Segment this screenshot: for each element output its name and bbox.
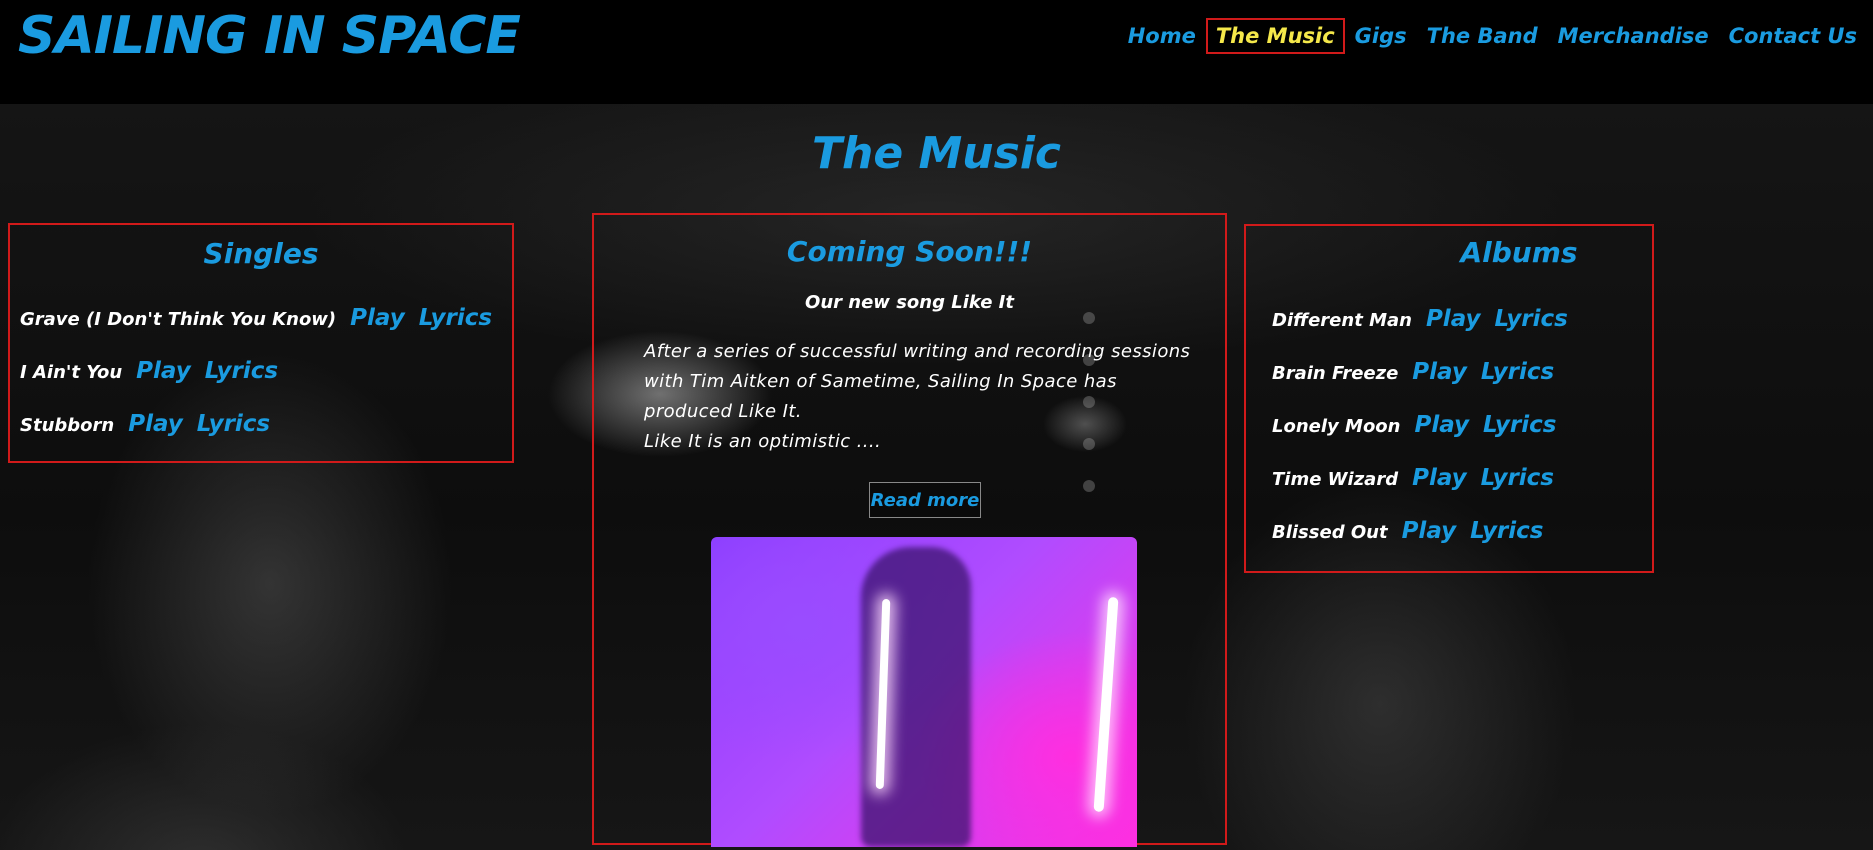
- play-link[interactable]: Play: [128, 411, 183, 437]
- single-row: Grave (I Don't Think You Know) Play Lyri…: [20, 305, 492, 331]
- coming-soon-subheading: Our new song Like It: [805, 292, 1014, 313]
- lyrics-link[interactable]: Lyrics: [205, 358, 278, 384]
- coming-soon-body: After a series of successful writing and…: [644, 337, 1215, 457]
- album-row: Different Man Play Lyrics: [1272, 306, 1568, 332]
- album-title: Different Man: [1272, 310, 1412, 331]
- main-nav: Home The Music Gigs The Band Merchandise…: [1118, 18, 1867, 54]
- lyrics-link[interactable]: Lyrics: [197, 411, 270, 437]
- lyrics-link[interactable]: Lyrics: [1470, 518, 1543, 544]
- play-link[interactable]: Play: [136, 358, 191, 384]
- album-title: Brain Freeze: [1272, 363, 1399, 384]
- lyrics-link[interactable]: Lyrics: [1481, 465, 1554, 491]
- body-line: with Tim Aitken of Sametime, Sailing In …: [644, 371, 1117, 392]
- page-title: The Music: [812, 128, 1061, 179]
- performer-silhouette: [861, 547, 971, 847]
- album-title: Lonely Moon: [1272, 416, 1401, 437]
- coming-soon-panel: Coming Soon!!! Our new song Like It Afte…: [592, 213, 1227, 847]
- albums-heading: Albums: [1460, 236, 1578, 269]
- light-tube: [1093, 596, 1119, 813]
- lyrics-link[interactable]: Lyrics: [1495, 306, 1568, 332]
- read-more-button[interactable]: Read more: [869, 482, 981, 518]
- singles-heading: Singles: [203, 237, 319, 270]
- song-title: Stubborn: [20, 415, 115, 436]
- single-row: I Ain't You Play Lyrics: [20, 358, 278, 384]
- album-title: Time Wizard: [1272, 469, 1399, 490]
- nav-the-band[interactable]: The Band: [1417, 18, 1548, 54]
- nav-contact-us[interactable]: Contact Us: [1719, 18, 1867, 54]
- album-row: Lonely Moon Play Lyrics: [1272, 412, 1556, 438]
- album-row: Blissed Out Play Lyrics: [1272, 518, 1543, 544]
- play-link[interactable]: Play: [1415, 412, 1470, 438]
- play-link[interactable]: Play: [350, 305, 405, 331]
- album-row: Time Wizard Play Lyrics: [1272, 465, 1554, 491]
- lyrics-link[interactable]: Lyrics: [419, 305, 492, 331]
- singles-panel: Singles Grave (I Don't Think You Know) P…: [8, 223, 514, 463]
- song-title: Grave (I Don't Think You Know): [20, 309, 337, 330]
- nav-home[interactable]: Home: [1118, 18, 1206, 54]
- site-header: SAILING IN SPACE Home The Music Gigs The…: [0, 0, 1873, 104]
- play-link[interactable]: Play: [1402, 518, 1457, 544]
- video-thumbnail[interactable]: [711, 537, 1137, 847]
- coming-soon-heading: Coming Soon!!!: [786, 235, 1033, 268]
- play-link[interactable]: Play: [1426, 306, 1481, 332]
- nav-the-music[interactable]: The Music: [1205, 18, 1345, 54]
- album-title: Blissed Out: [1272, 522, 1388, 543]
- lyrics-link[interactable]: Lyrics: [1483, 412, 1556, 438]
- song-title: I Ain't You: [20, 362, 123, 383]
- single-row: Stubborn Play Lyrics: [20, 411, 270, 437]
- lyrics-link[interactable]: Lyrics: [1481, 359, 1554, 385]
- nav-merchandise[interactable]: Merchandise: [1548, 18, 1719, 54]
- play-link[interactable]: Play: [1412, 465, 1467, 491]
- body-line: produced Like It.: [644, 401, 802, 422]
- body-line: After a series of successful writing and…: [644, 341, 1191, 362]
- play-link[interactable]: Play: [1412, 359, 1467, 385]
- site-logo[interactable]: SAILING IN SPACE: [18, 6, 521, 66]
- album-row: Brain Freeze Play Lyrics: [1272, 359, 1554, 385]
- body-line: Like It is an optimistic ....: [644, 431, 882, 452]
- nav-gigs[interactable]: Gigs: [1345, 18, 1417, 54]
- albums-panel: Albums Different Man Play Lyrics Brain F…: [1244, 224, 1654, 573]
